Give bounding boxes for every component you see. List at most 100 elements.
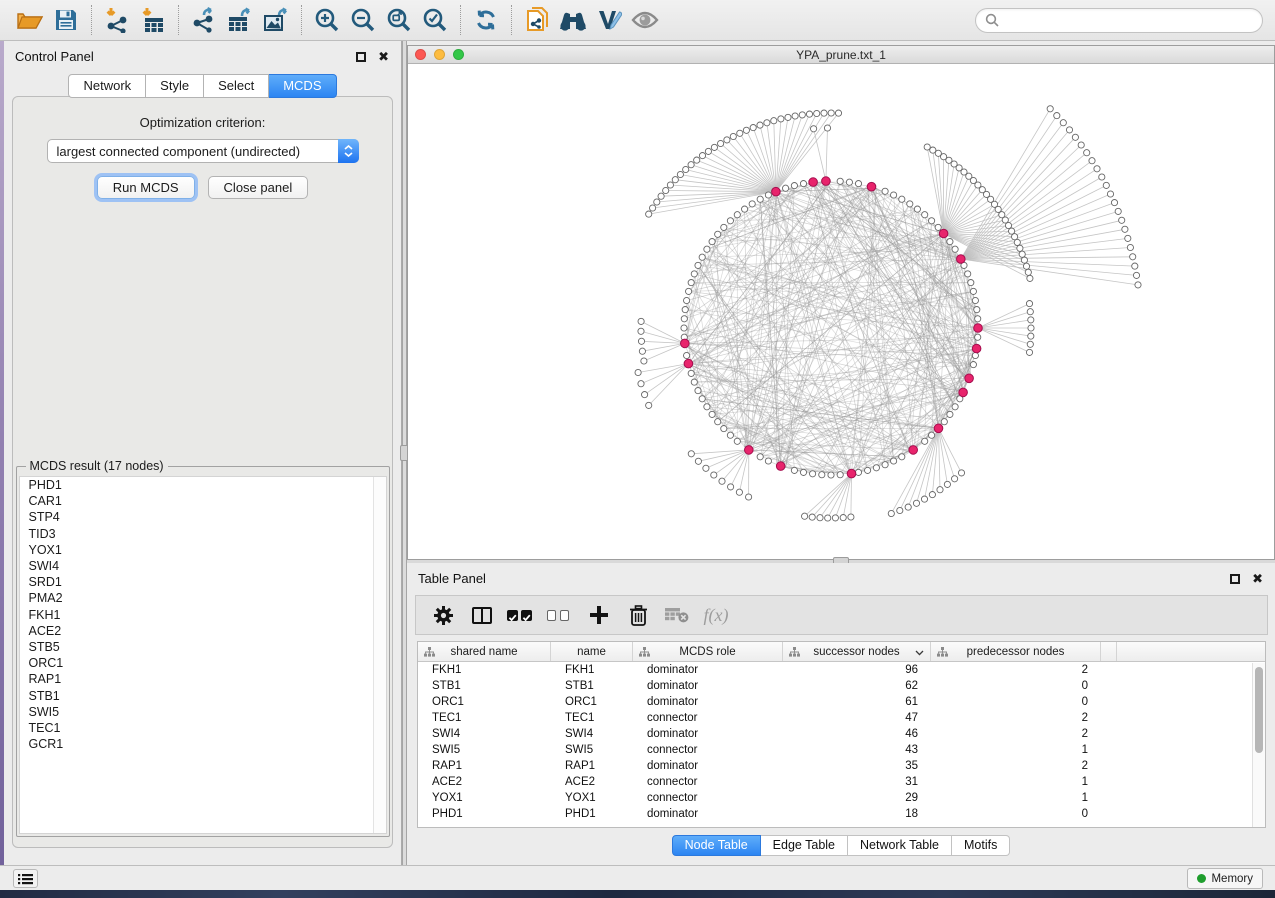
cell-successor-nodes[interactable]: 46 bbox=[783, 728, 931, 740]
network-node[interactable] bbox=[802, 513, 808, 519]
network-node[interactable] bbox=[734, 212, 740, 218]
network-node[interactable] bbox=[709, 239, 715, 245]
network-node[interactable] bbox=[974, 307, 980, 313]
delete-column-button[interactable] bbox=[625, 602, 651, 628]
cell-shared-name[interactable]: SWI5 bbox=[418, 744, 551, 756]
mcds-dominator-node[interactable] bbox=[909, 446, 918, 455]
network-node[interactable] bbox=[975, 334, 981, 340]
network-node[interactable] bbox=[899, 196, 905, 202]
network-node[interactable] bbox=[947, 239, 953, 245]
network-node[interactable] bbox=[1027, 309, 1033, 315]
cell-name[interactable]: SWI4 bbox=[551, 728, 633, 740]
cell-shared-name[interactable]: PHD1 bbox=[418, 808, 551, 820]
float-panel-icon[interactable] bbox=[1230, 574, 1240, 584]
table-row[interactable]: RAP1RAP1dominator352 bbox=[418, 758, 1265, 774]
window-minimize-traffic-light[interactable] bbox=[434, 49, 445, 60]
network-node[interactable] bbox=[905, 504, 911, 510]
mcds-dominator-node[interactable] bbox=[772, 187, 781, 196]
network-node[interactable] bbox=[975, 316, 981, 322]
network-node[interactable] bbox=[970, 288, 976, 294]
cell-predecessor-nodes[interactable]: 1 bbox=[931, 744, 1101, 756]
cell-shared-name[interactable]: ACE2 bbox=[418, 776, 551, 788]
network-node[interactable] bbox=[749, 201, 755, 207]
mcds-dominator-node[interactable] bbox=[822, 177, 831, 186]
network-node[interactable] bbox=[888, 510, 894, 516]
open-file-button[interactable] bbox=[12, 3, 48, 37]
network-node[interactable] bbox=[695, 388, 701, 394]
network-node[interactable] bbox=[825, 515, 831, 521]
network-node[interactable] bbox=[1027, 275, 1033, 281]
close-panel-icon[interactable]: ✖ bbox=[1252, 574, 1263, 584]
network-node[interactable] bbox=[1027, 341, 1033, 347]
network-node[interactable] bbox=[837, 472, 843, 478]
search-field[interactable] bbox=[975, 8, 1263, 33]
cell-mcds-role[interactable]: dominator bbox=[633, 680, 783, 692]
network-node[interactable] bbox=[699, 254, 705, 260]
mcds-dominator-node[interactable] bbox=[684, 359, 693, 368]
cell-successor-nodes[interactable]: 96 bbox=[783, 664, 931, 676]
network-node[interactable] bbox=[907, 201, 913, 207]
table-settings-button[interactable] bbox=[430, 602, 456, 628]
cell-shared-name[interactable]: TEC1 bbox=[418, 712, 551, 724]
network-node[interactable] bbox=[891, 192, 897, 198]
network-node[interactable] bbox=[691, 379, 697, 385]
save-session-button[interactable] bbox=[48, 3, 84, 37]
network-node[interactable] bbox=[765, 458, 771, 464]
export-table-button[interactable] bbox=[222, 3, 258, 37]
network-node[interactable] bbox=[806, 111, 812, 117]
network-node[interactable] bbox=[778, 116, 784, 122]
network-node[interactable] bbox=[715, 231, 721, 237]
network-node[interactable] bbox=[935, 224, 941, 230]
network-node[interactable] bbox=[800, 469, 806, 475]
network-node[interactable] bbox=[810, 471, 816, 477]
column-header-successor-nodes[interactable]: successor nodes bbox=[783, 642, 931, 661]
hide-selected-button[interactable] bbox=[627, 3, 663, 37]
network-node[interactable] bbox=[783, 185, 789, 191]
network-node[interactable] bbox=[736, 489, 742, 495]
network-node[interactable] bbox=[764, 120, 770, 126]
network-node[interactable] bbox=[1084, 150, 1090, 156]
table-row[interactable]: ACE2ACE2connector311 bbox=[418, 774, 1265, 790]
tab-node-table[interactable]: Node Table bbox=[672, 835, 761, 856]
network-node[interactable] bbox=[809, 514, 815, 520]
network-node[interactable] bbox=[1122, 226, 1128, 232]
network-node[interactable] bbox=[727, 218, 733, 224]
cell-predecessor-nodes[interactable]: 2 bbox=[931, 760, 1101, 772]
cell-mcds-role[interactable]: dominator bbox=[633, 696, 783, 708]
network-node[interactable] bbox=[684, 352, 690, 358]
run-mcds-button[interactable]: Run MCDS bbox=[97, 176, 195, 199]
network-node[interactable] bbox=[742, 206, 748, 212]
cell-mcds-role[interactable]: connector bbox=[633, 776, 783, 788]
network-node[interactable] bbox=[1103, 182, 1109, 188]
search-input[interactable] bbox=[1004, 13, 1253, 27]
table-row[interactable]: STB1STB1dominator620 bbox=[418, 678, 1265, 694]
table-row[interactable]: PHD1PHD1dominator180 bbox=[418, 806, 1265, 822]
network-node[interactable] bbox=[1023, 263, 1029, 269]
network-node[interactable] bbox=[727, 432, 733, 438]
network-node[interactable] bbox=[941, 419, 947, 425]
network-node[interactable] bbox=[1111, 200, 1117, 206]
mcds-result-item[interactable]: SWI4 bbox=[20, 558, 386, 574]
network-node[interactable] bbox=[730, 133, 736, 139]
mcds-dominator-node[interactable] bbox=[776, 462, 785, 471]
network-node[interactable] bbox=[800, 181, 806, 187]
cell-successor-nodes[interactable]: 18 bbox=[783, 808, 931, 820]
network-node[interactable] bbox=[721, 426, 727, 432]
mcds-result-item[interactable]: TID3 bbox=[20, 526, 386, 542]
network-node[interactable] bbox=[972, 352, 978, 358]
network-window-titlebar[interactable]: YPA_prune.txt_1 bbox=[408, 46, 1274, 64]
memory-button[interactable]: Memory bbox=[1187, 868, 1263, 889]
network-node[interactable] bbox=[972, 297, 978, 303]
network-node[interactable] bbox=[1130, 254, 1136, 260]
network-node[interactable] bbox=[1107, 191, 1113, 197]
network-node[interactable] bbox=[799, 112, 805, 118]
column-header-predecessor-nodes[interactable]: predecessor nodes bbox=[931, 642, 1101, 661]
mcds-dominator-node[interactable] bbox=[957, 255, 966, 264]
cell-mcds-role[interactable]: dominator bbox=[633, 808, 783, 820]
cell-successor-nodes[interactable]: 43 bbox=[783, 744, 931, 756]
cell-successor-nodes[interactable]: 62 bbox=[783, 680, 931, 692]
mcds-result-item[interactable]: STP4 bbox=[20, 509, 386, 525]
cell-name[interactable]: PHD1 bbox=[551, 808, 633, 820]
cell-predecessor-nodes[interactable]: 0 bbox=[931, 808, 1101, 820]
column-header-name[interactable]: name bbox=[551, 642, 633, 661]
